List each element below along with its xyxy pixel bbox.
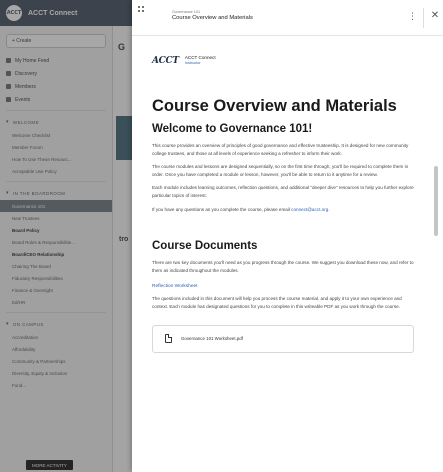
panel-header: Governance 101 Course Overview and Mater… (132, 0, 443, 36)
welcome-heading: Welcome to Governance 101! (152, 123, 313, 135)
panel-header-title: Course Overview and Materials (172, 15, 253, 21)
panel-header-text: Governance 101 Course Overview and Mater… (172, 10, 253, 21)
paragraph: This course provides an overview of prin… (152, 143, 409, 156)
page-title: Course Overview and Materials (152, 97, 397, 115)
drag-handle-icon[interactable] (138, 6, 148, 16)
scrollbar[interactable] (434, 36, 438, 472)
paragraph: Each module includes learning outcomes, … (152, 185, 414, 198)
panel-content: ACCT ACCT Connect Instructor Course Over… (152, 36, 414, 353)
panel-header-subtitle: Governance 101 (172, 10, 201, 14)
more-options-icon[interactable]: ⋮ (408, 11, 417, 23)
paragraph-contact: If you have any questions as you complet… (152, 206, 330, 212)
header-divider (423, 8, 424, 28)
close-icon[interactable]: ✕ (430, 10, 440, 22)
paragraph: The course modules and lessons are desig… (152, 164, 409, 177)
author-text: ACCT Connect Instructor (185, 56, 216, 65)
acct-brand-logo[interactable]: ACCT (152, 56, 179, 66)
author-role: Instructor (184, 60, 201, 65)
documents-heading: Course Documents (152, 240, 258, 253)
worksheet-link[interactable]: Reflection Worksheet (152, 284, 414, 289)
scrollbar-thumb[interactable] (434, 166, 438, 236)
course-panel: Governance 101 Course Overview and Mater… (132, 0, 443, 472)
paragraph: There are two key documents you'll need … (152, 260, 414, 273)
document-icon (165, 334, 172, 344)
file-attachment[interactable]: Governance 101 Worksheet.pdf (152, 324, 414, 353)
contact-text: If you have any questions as you complet… (152, 206, 292, 212)
file-name: Governance 101 Worksheet.pdf (181, 336, 243, 342)
paragraph: The questions included in this document … (152, 296, 402, 309)
author-block: ACCT ACCT Connect Instructor (152, 54, 414, 68)
email-link[interactable]: connect@acct.org (291, 207, 328, 212)
